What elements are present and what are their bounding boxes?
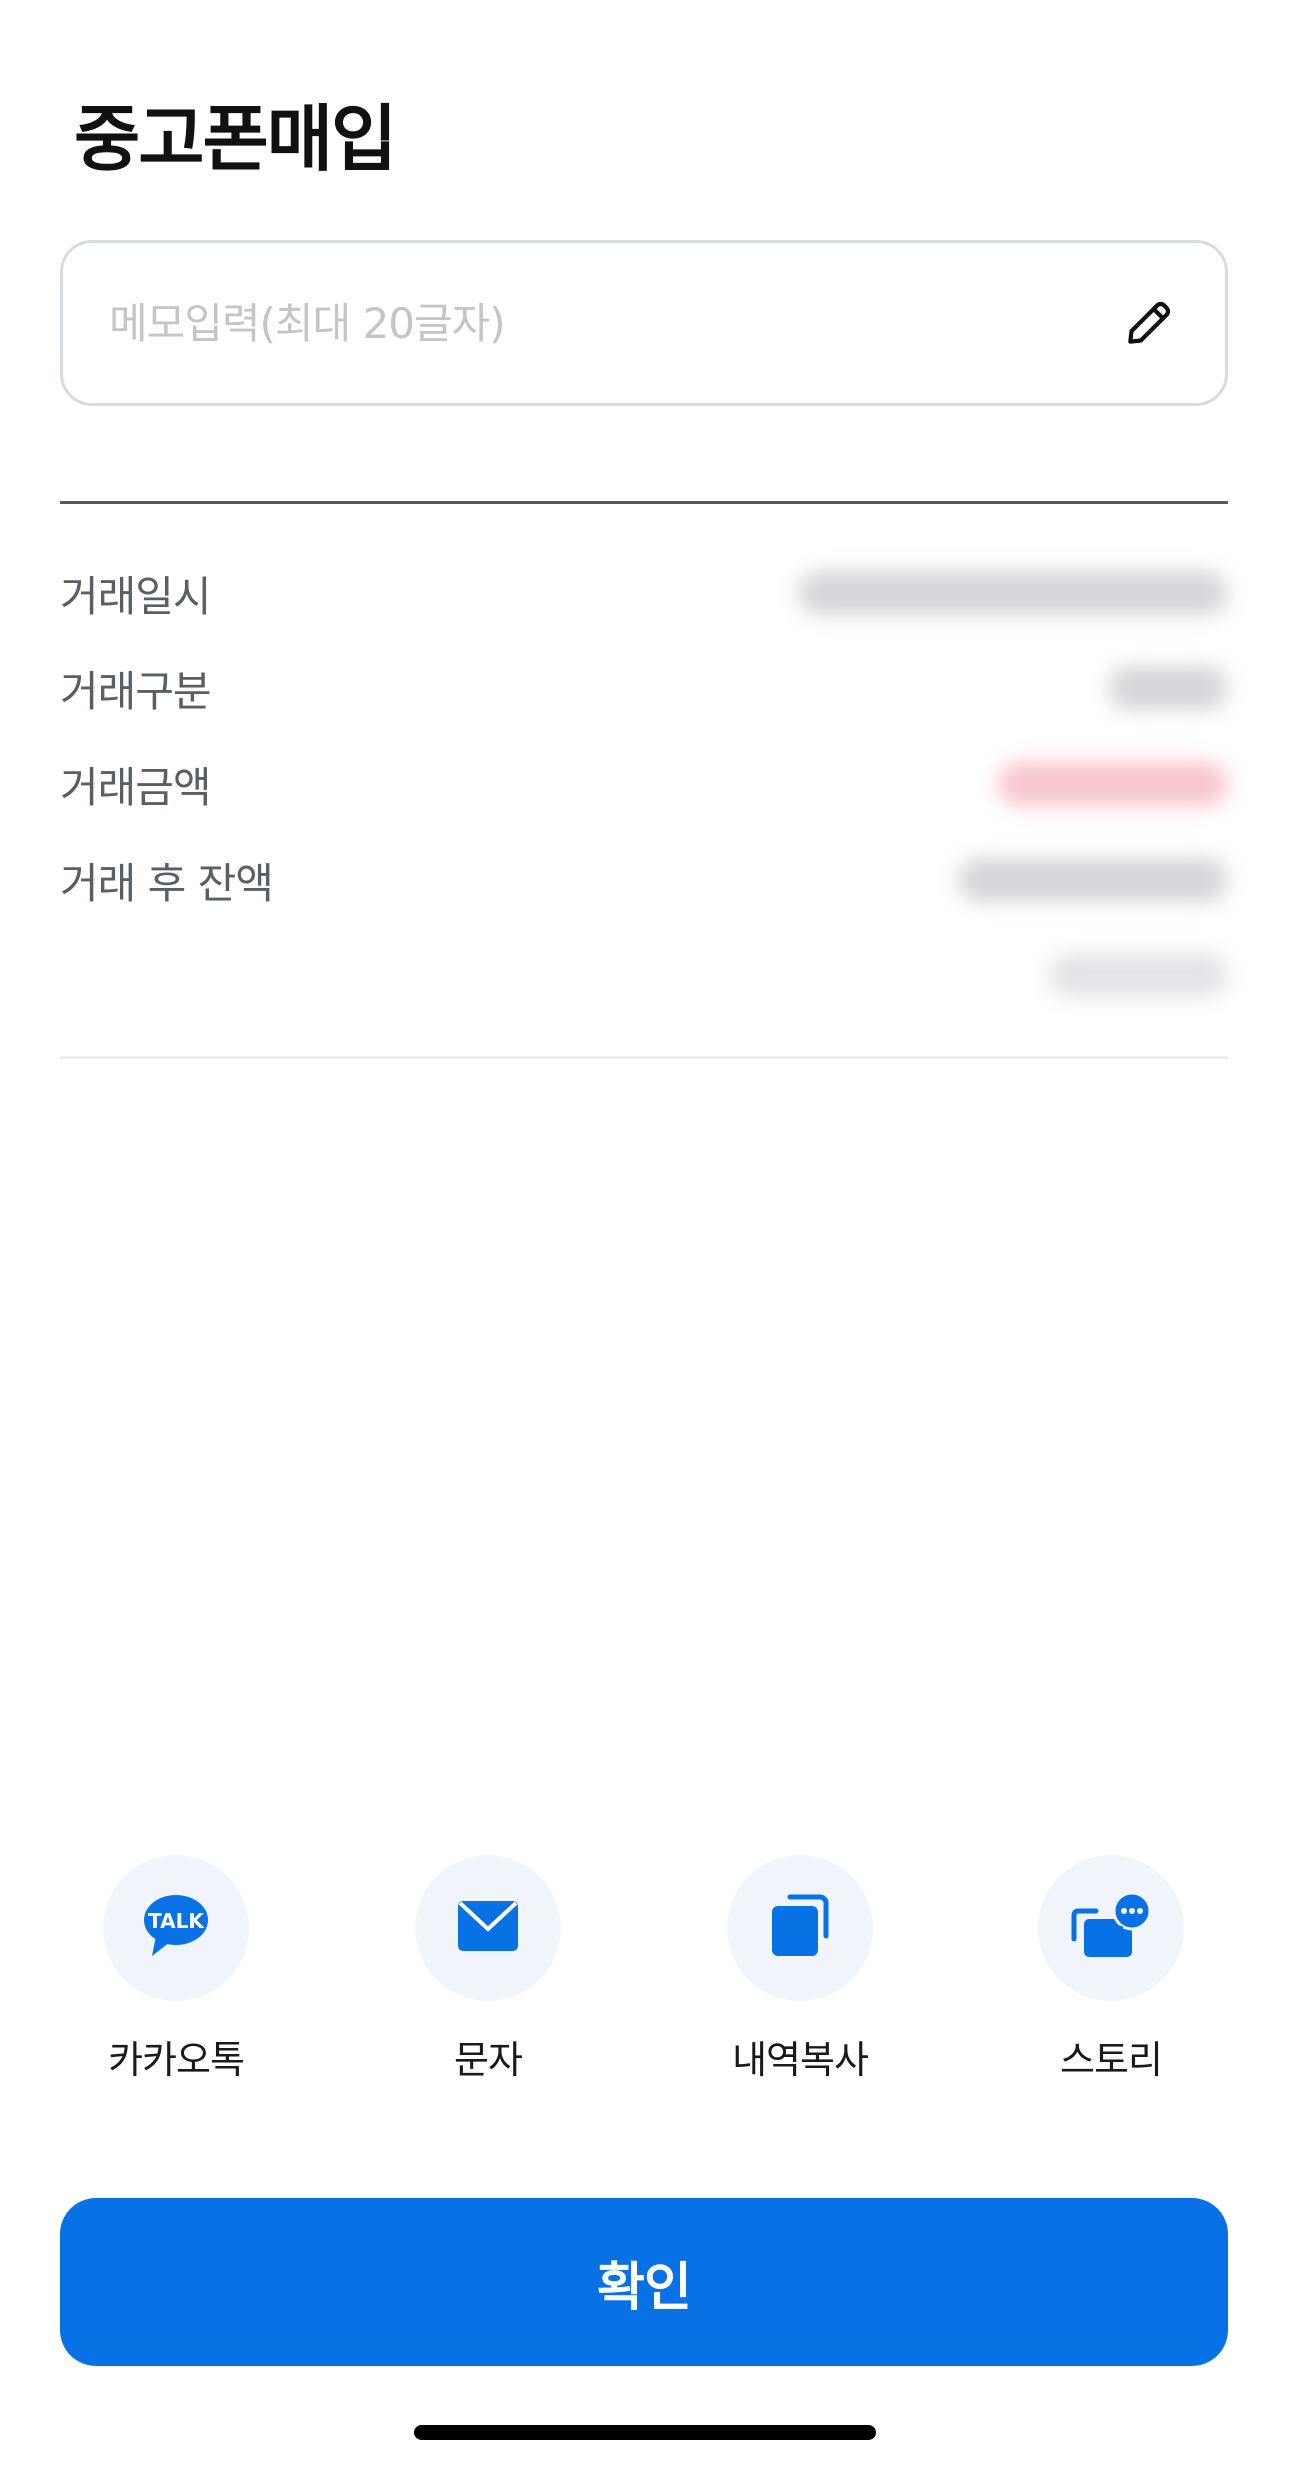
kakaotalk-icon: TALK (142, 1894, 210, 1962)
share-message-button[interactable]: 문자 (378, 1855, 598, 2084)
share-kakaotalk-button[interactable]: TALK 카카오톡 (66, 1855, 286, 2084)
confirm-button[interactable]: 확인 (60, 2198, 1228, 2366)
detail-row-datetime: 거래일시 (60, 563, 1228, 623)
share-label: 내역복사 (732, 2038, 869, 2082)
share-label: 문자 (454, 2038, 523, 2082)
share-label: 스토리 (1060, 2038, 1163, 2082)
share-copy-button[interactable]: 내역복사 (690, 1855, 910, 2084)
detail-row-extra (60, 945, 1228, 1005)
detail-row-balance: 거래 후 잔액 (60, 850, 1228, 910)
detail-value-redacted (1108, 666, 1228, 710)
share-icon-circle (727, 1855, 873, 2001)
detail-value-redacted (998, 762, 1228, 806)
detail-value-redacted (1048, 953, 1228, 997)
detail-row-type: 거래구분 (60, 658, 1228, 718)
detail-label: 거래구분 (60, 666, 212, 716)
message-icon (457, 1900, 519, 1956)
share-icon-circle (1038, 1855, 1184, 2001)
copy-icon (770, 1894, 830, 1962)
detail-value-redacted (798, 571, 1228, 615)
share-label: 카카오톡 (108, 2038, 245, 2082)
story-icon (1070, 1891, 1152, 1965)
section-divider (60, 501, 1228, 504)
detail-label: 거래일시 (60, 571, 212, 621)
share-story-button[interactable]: 스토리 (1001, 1855, 1221, 2084)
share-icon-circle (415, 1855, 561, 2001)
detail-label: 거래 후 잔액 (60, 858, 274, 908)
section-divider (60, 1056, 1228, 1059)
svg-text:TALK: TALK (148, 1909, 205, 1933)
home-indicator[interactable] (414, 2425, 876, 2440)
share-icon-circle: TALK (103, 1855, 249, 2001)
detail-row-amount: 거래금액 (60, 754, 1228, 814)
pencil-icon[interactable] (1119, 293, 1179, 353)
page-title: 중고폰매입 (74, 96, 397, 181)
detail-value-redacted (958, 858, 1228, 902)
memo-input[interactable] (109, 298, 1119, 348)
detail-label: 거래금액 (60, 762, 212, 812)
share-options: TALK 카카오톡 문자 내역복사 스토리 (0, 1855, 1290, 2085)
memo-field-container[interactable] (60, 240, 1228, 406)
